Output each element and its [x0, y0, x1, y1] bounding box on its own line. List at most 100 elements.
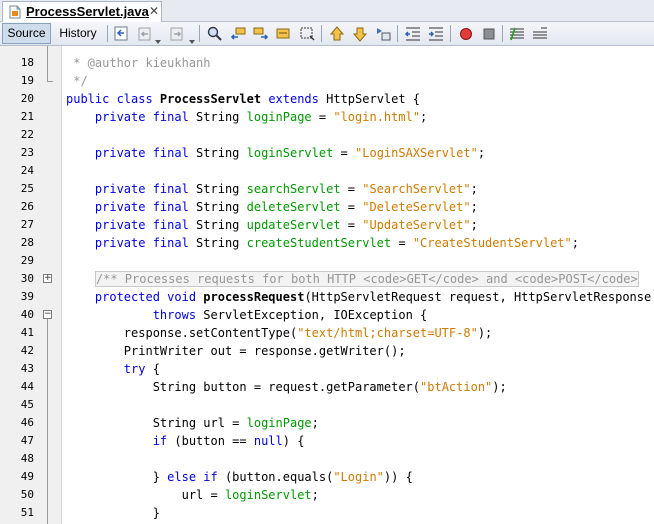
stop-macro-icon[interactable] [480, 25, 498, 43]
code-token: "login.html" [333, 110, 421, 124]
code-line: throws ServletException, IOException { [66, 306, 428, 324]
line-number: 19 [20, 74, 34, 87]
code-token: ProcessServlet [159, 92, 262, 106]
toolbar-separator [199, 25, 200, 42]
fold-end-marker [47, 81, 53, 82]
close-icon[interactable]: ✕ [149, 4, 159, 18]
toolbar-separator [107, 25, 108, 42]
previous-bookmark-icon[interactable] [328, 25, 346, 43]
code-token: = [391, 236, 413, 250]
line-number: 20 [20, 92, 34, 105]
code-token: deleteServlet [246, 200, 341, 214]
find-previous-icon[interactable] [229, 25, 247, 43]
code-token: private final [94, 182, 189, 196]
line-number: 49 [20, 470, 34, 483]
code-token: updateServlet [246, 218, 341, 232]
editor-tab-bar: ProcessServlet.java ✕ [0, 0, 654, 22]
code-token: } [66, 506, 160, 520]
code-line: url = loginServlet; [66, 486, 319, 504]
code-token: ; [470, 200, 478, 214]
shift-left-icon[interactable] [404, 25, 422, 43]
back-icon[interactable] [136, 25, 154, 43]
tab-title: ProcessServlet.java [26, 4, 149, 19]
code-token: "btAction" [420, 380, 493, 394]
expand-fold-icon[interactable]: + [43, 274, 52, 283]
forward-icon[interactable] [168, 25, 186, 43]
code-line: public class ProcessServlet extends Http… [66, 90, 420, 108]
code-line: try { [66, 360, 160, 378]
code-line: PrintWriter out = response.getWriter(); [66, 342, 406, 360]
collapse-fold-icon[interactable]: − [43, 310, 52, 319]
code-token: extends [268, 92, 319, 106]
toggle-rect-selection-icon[interactable] [298, 25, 316, 43]
code-token: { [145, 362, 160, 376]
code-line: private final String searchServlet = "Se… [66, 180, 478, 198]
code-token: protected void [94, 290, 204, 304]
code-line: /** Processes requests for both HTTP <co… [66, 270, 639, 288]
code-token: "text/html;charset=UTF-8" [297, 326, 478, 340]
code-line: response.setContentType("text/html;chars… [66, 324, 492, 342]
toolbar-separator [502, 25, 503, 42]
code-token: if [152, 434, 168, 448]
line-number: 47 [20, 434, 34, 447]
code-line: String url = loginPage; [66, 414, 319, 432]
code-token: String [188, 146, 247, 160]
line-number: 23 [20, 146, 34, 159]
uncomment-icon[interactable] [531, 25, 549, 43]
toolbar-separator [397, 25, 398, 42]
code-token: String url = [66, 416, 247, 430]
fold-guide [47, 319, 48, 524]
code-token: throws [152, 308, 197, 322]
tab-process-servlet[interactable]: ProcessServlet.java ✕ [2, 1, 162, 22]
code-token: private final [94, 200, 189, 214]
find-next-icon[interactable] [252, 25, 270, 43]
code-token: } [66, 470, 168, 484]
toggle-highlight-icon[interactable] [275, 25, 293, 43]
code-token: ; [477, 146, 486, 160]
chevron-down-icon[interactable] [189, 31, 195, 44]
line-number: 21 [20, 110, 34, 123]
source-button[interactable]: Source [2, 23, 51, 44]
comment-icon[interactable] [508, 25, 526, 43]
code-token: String [188, 218, 247, 232]
shift-right-icon[interactable] [427, 25, 445, 43]
code-token: response.setContentType( [66, 326, 298, 340]
find-selection-icon[interactable] [206, 25, 224, 43]
line-number: 27 [20, 218, 34, 231]
chevron-down-icon[interactable] [155, 31, 161, 44]
code-token: processRequest [203, 290, 305, 304]
code-line: String button = request.getParameter("bt… [66, 378, 507, 396]
code-token: (button.equals( [217, 470, 334, 484]
line-number: 50 [20, 488, 34, 501]
code-token: String [188, 182, 247, 196]
code-token: ; [470, 218, 478, 232]
code-editor[interactable]: * @author kieukhanh */ public class Proce… [62, 46, 654, 524]
next-bookmark-icon[interactable] [351, 25, 369, 43]
code-token: ) { [282, 434, 305, 448]
folded-comment[interactable]: /** Processes requests for both HTTP <co… [94, 271, 639, 287]
code-token: ServletException, IOException { [196, 308, 428, 322]
line-number: 26 [20, 200, 34, 213]
code-token: HttpServlet { [318, 92, 421, 106]
toggle-bookmark-icon[interactable] [374, 25, 392, 43]
line-number: 46 [20, 416, 34, 429]
code-token: "SearchServlet" [362, 182, 471, 196]
line-number: 42 [20, 344, 34, 357]
code-line: private final String createStudentServle… [66, 234, 579, 252]
code-token: ; [311, 416, 319, 430]
code-token: private final [94, 218, 189, 232]
line-number: 48 [20, 452, 34, 465]
history-button[interactable]: History [53, 23, 103, 44]
last-edit-icon[interactable] [113, 25, 131, 43]
code-token: public class [66, 92, 160, 106]
code-token: ); [477, 326, 493, 340]
start-macro-icon[interactable] [457, 25, 475, 43]
code-token: loginPage [246, 416, 312, 430]
